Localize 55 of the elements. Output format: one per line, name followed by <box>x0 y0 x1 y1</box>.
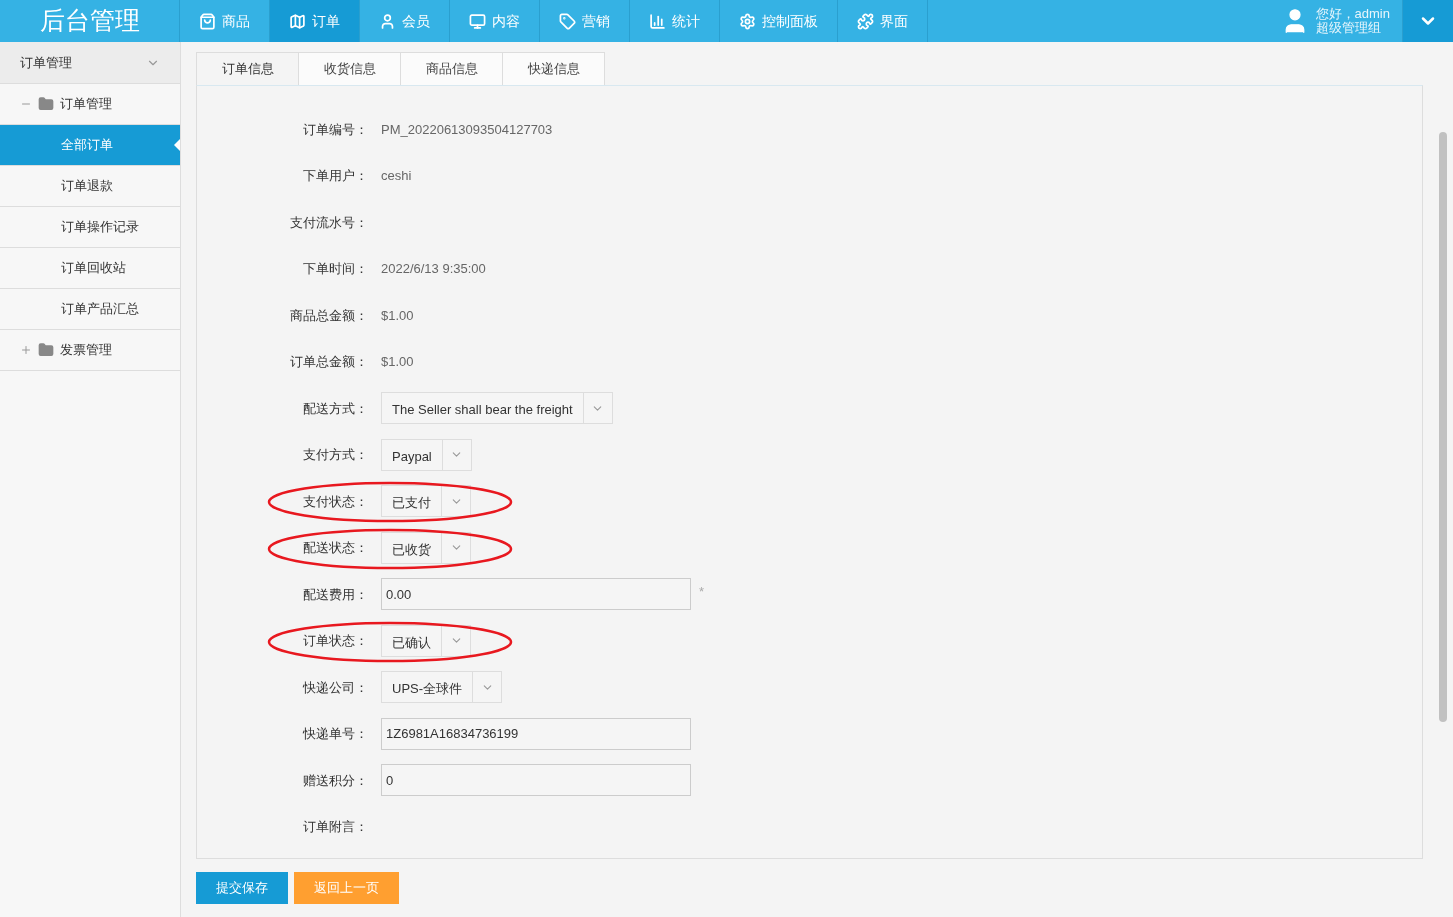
bag-icon <box>199 12 216 30</box>
select-field[interactable]: Paypal <box>381 438 472 471</box>
field-label: 订单编号： <box>302 120 369 139</box>
input-field[interactable]: 0 <box>381 764 691 797</box>
field-label: 配送方式： <box>302 399 369 418</box>
folder-icon <box>38 96 54 112</box>
field-value: $1.00 <box>381 354 414 369</box>
field-label: 订单状态： <box>302 632 369 650</box>
select-field[interactable]: 已支付 <box>381 485 471 518</box>
user-icon <box>379 12 396 30</box>
required-mark: * <box>699 582 705 601</box>
plus-icon <box>20 344 32 356</box>
field-value: ceshi <box>381 168 412 183</box>
field-label: 赠送积分： <box>302 771 369 790</box>
field-label: 支付方式： <box>302 446 369 464</box>
sidebar-item[interactable]: 订单产品汇总 <box>0 289 180 330</box>
field-value: $1.00 <box>381 307 414 323</box>
field-label: 支付状态： <box>302 492 369 511</box>
folder-icon <box>38 342 54 358</box>
field-label: 商品总金额： <box>289 306 369 325</box>
input-field[interactable]: 0.00 <box>381 578 691 611</box>
tab[interactable]: 快递信息 <box>502 52 605 86</box>
field-label: 订单总金额： <box>289 353 369 371</box>
field-value: PM_20220613093504127703 <box>381 121 553 137</box>
bar-chart-icon <box>649 12 666 30</box>
select-field[interactable]: The Seller shall bear the freight <box>381 392 613 425</box>
sidebar-header[interactable]: 订单管理 <box>0 42 180 84</box>
puzzle-icon <box>857 12 874 30</box>
monitor-icon <box>469 12 486 30</box>
user-role: 超级管理组 <box>1315 21 1382 35</box>
tag-icon <box>559 12 576 30</box>
select-field[interactable]: 已确认 <box>381 624 471 657</box>
select-field[interactable]: UPS-全球件 <box>381 671 503 704</box>
sidebar-group[interactable]: 发票管理 <box>0 330 180 371</box>
dropdown-button[interactable] <box>1403 0 1453 42</box>
input-field[interactable]: 1Z6981A16834736199 <box>381 717 691 750</box>
field-label: 快递单号： <box>302 725 369 743</box>
sidebar-item[interactable]: 订单退款 <box>0 166 180 207</box>
field-label: 快递公司： <box>302 678 369 697</box>
select-field[interactable]: 已收货 <box>381 531 471 564</box>
field-value: 2022/6/13 9:35:00 <box>381 261 486 276</box>
tab[interactable]: 收货信息 <box>298 52 401 86</box>
field-label: 下单用户： <box>302 167 369 185</box>
settings-icon <box>739 12 756 30</box>
field-label: 配送费用： <box>302 585 369 604</box>
field-label: 订单附言： <box>302 818 369 836</box>
field-label: 下单时间： <box>302 260 369 278</box>
user-greeting: 您好，admin <box>1315 7 1390 21</box>
map-icon <box>289 12 306 30</box>
tab[interactable]: 商品信息 <box>400 52 503 86</box>
sidebar-item[interactable]: 订单操作记录 <box>0 207 180 248</box>
tab[interactable]: 订单信息 <box>196 52 299 86</box>
field-label: 配送状态： <box>302 539 369 557</box>
field-label: 支付流水号： <box>289 213 369 232</box>
sidebar-item[interactable]: 订单回收站 <box>0 248 180 289</box>
